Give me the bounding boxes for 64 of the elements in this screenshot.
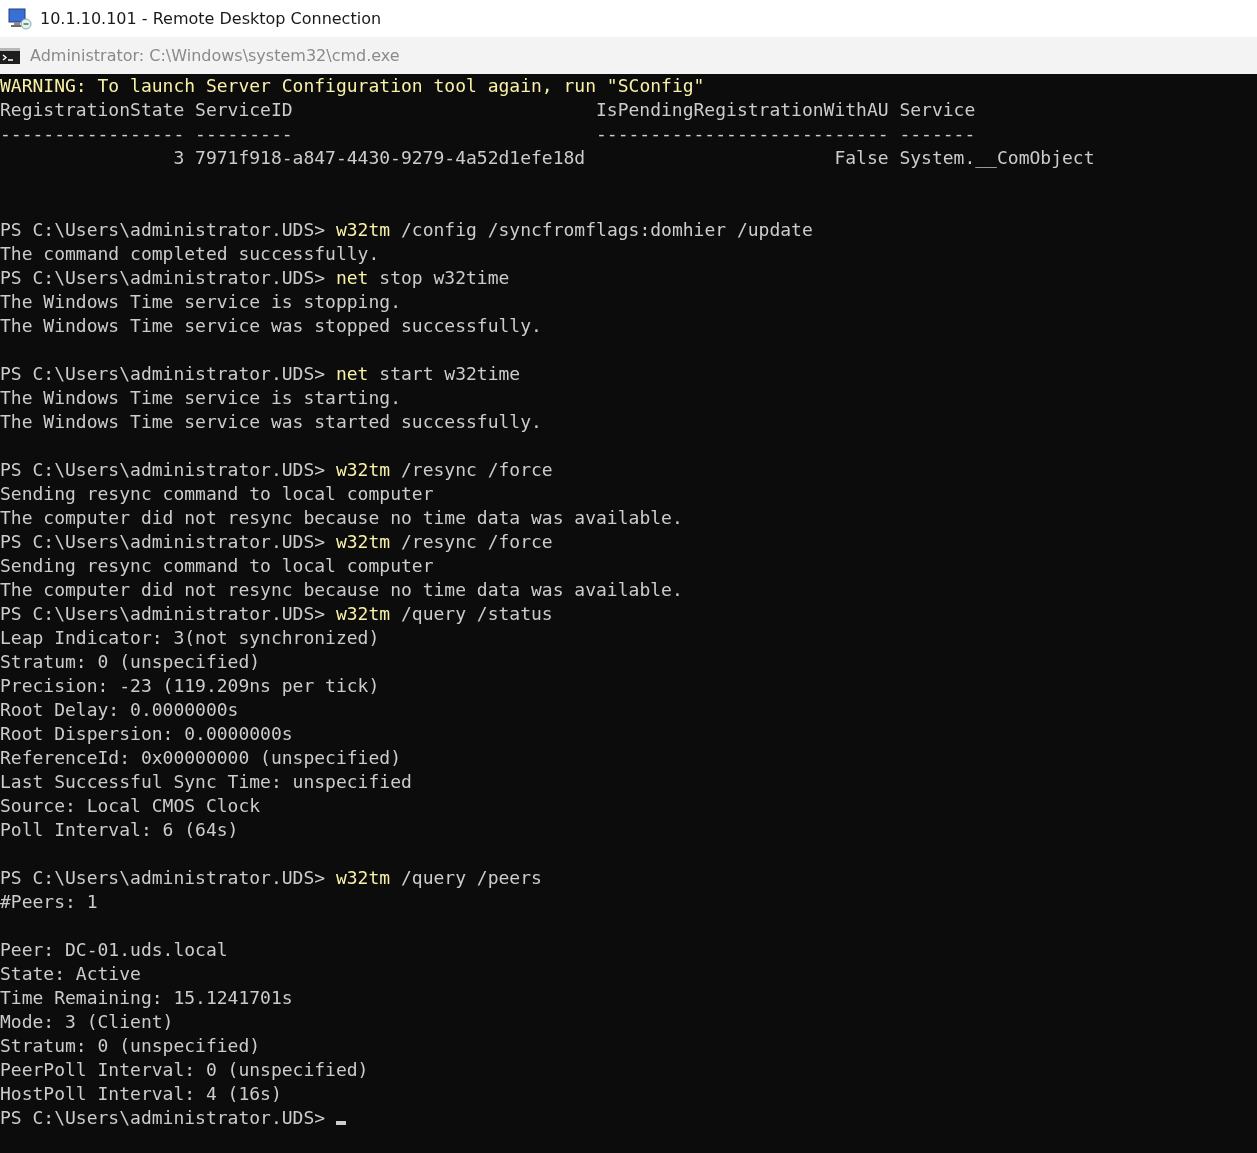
command-name: w32tm (334, 530, 391, 554)
column-header: IsPendingRegistrationWithAU (596, 98, 889, 122)
prompt-text: PS C:\Users\administrator.UDS> (0, 530, 326, 554)
prompt-text: PS C:\Users\administrator.UDS> (0, 266, 326, 290)
output-line: Mode: 3 (Client) (0, 1010, 174, 1034)
output-line: The computer did not resync because no time data was available. (0, 506, 683, 530)
command-name: net (334, 266, 369, 290)
command-name: w32tm (334, 458, 391, 482)
output-line: The Windows Time service is stopping. (0, 290, 401, 314)
table-cell: 7971f918-a847-4430-9279-4a52d1efe18d (195, 146, 586, 170)
command-arguments: /resync /force (399, 530, 553, 554)
command-arguments: stop w32time (378, 266, 510, 290)
output-line: Stratum: 0 (unspecified) (0, 1034, 261, 1058)
command-arguments: /query /peers (399, 866, 542, 890)
command-name: w32tm (334, 602, 391, 626)
column-underline: ------- (899, 122, 977, 146)
output-line: HostPoll Interval: 4 (16s) (0, 1082, 282, 1106)
output-line: Precision: -23 (119.209ns per tick) (0, 674, 380, 698)
output-line: The computer did not resync because no time data was available. (0, 578, 683, 602)
command-arguments: /query /status (399, 602, 553, 626)
window-title: 10.1.10.101 - Remote Desktop Connection (40, 9, 382, 28)
output-line: The command completed successfully. (0, 242, 380, 266)
output-line: The Windows Time service was stopped successfully. (0, 314, 542, 338)
output-line: Sending resync command to local computer (0, 554, 434, 578)
output-line: Root Dispersion: 0.0000000s (0, 722, 293, 746)
command-arguments: start w32time (378, 362, 521, 386)
table-cell-text: False (833, 146, 889, 170)
table-cell-text: 3 (172, 146, 185, 170)
command-name: net (334, 362, 369, 386)
column-header: ServiceID (195, 98, 294, 122)
prompt-text: PS C:\Users\administrator.UDS> (0, 458, 326, 482)
warning-message: WARNING: To launch Server Configuration tool again, run "SConfig" (0, 74, 705, 98)
output-line: PeerPoll Interval: 0 (unspecified) (0, 1058, 369, 1082)
prompt-text: PS C:\Users\administrator.UDS> (0, 362, 326, 386)
table-cell: System.__ComObject (899, 146, 1095, 170)
output-line: ReferenceId: 0x00000000 (unspecified) (0, 746, 401, 770)
output-line: Stratum: 0 (unspecified) (0, 650, 261, 674)
output-line: Poll Interval: 6 (64s) (0, 818, 239, 842)
output-line: Sending resync command to local computer (0, 482, 434, 506)
prompt-text: PS C:\Users\administrator.UDS> (0, 602, 326, 626)
monitor-icon (8, 7, 32, 30)
output-line: Last Successful Sync Time: unspecified (0, 770, 412, 794)
output-line: Time Remaining: 15.1241701s (0, 986, 293, 1010)
prompt-text: PS C:\Users\administrator.UDS> (0, 218, 326, 242)
output-line: Source: Local CMOS Clock (0, 794, 261, 818)
column-underline: ----------------- (0, 122, 185, 146)
output-line: Root Delay: 0.0000000s (0, 698, 239, 722)
command-arguments: /resync /force (399, 458, 553, 482)
output-line: #Peers: 1 (0, 890, 98, 914)
column-underline: --------------------------- (596, 122, 889, 146)
prompt-text: PS C:\Users\administrator.UDS> (0, 1106, 326, 1130)
column-header: Service (899, 98, 977, 122)
column-header: RegistrationState (0, 98, 185, 122)
output-line: The Windows Time service was started successfully. (0, 410, 542, 434)
output-line: Peer: DC-01.uds.local (0, 938, 228, 962)
output-line: State: Active (0, 962, 141, 986)
output-line: The Windows Time service is starting. (0, 386, 401, 410)
command-name: w32tm (334, 866, 391, 890)
output-line: Leap Indicator: 3(not synchronized) (0, 626, 380, 650)
console-title: Administrator: C:\Windows\system32\cmd.exe (30, 46, 400, 65)
column-underline: --------- (195, 122, 294, 146)
command-arguments: /config /syncfromflags:domhier /update (399, 218, 813, 242)
prompt-text: PS C:\Users\administrator.UDS> (0, 866, 326, 890)
command-name: w32tm (334, 218, 391, 242)
